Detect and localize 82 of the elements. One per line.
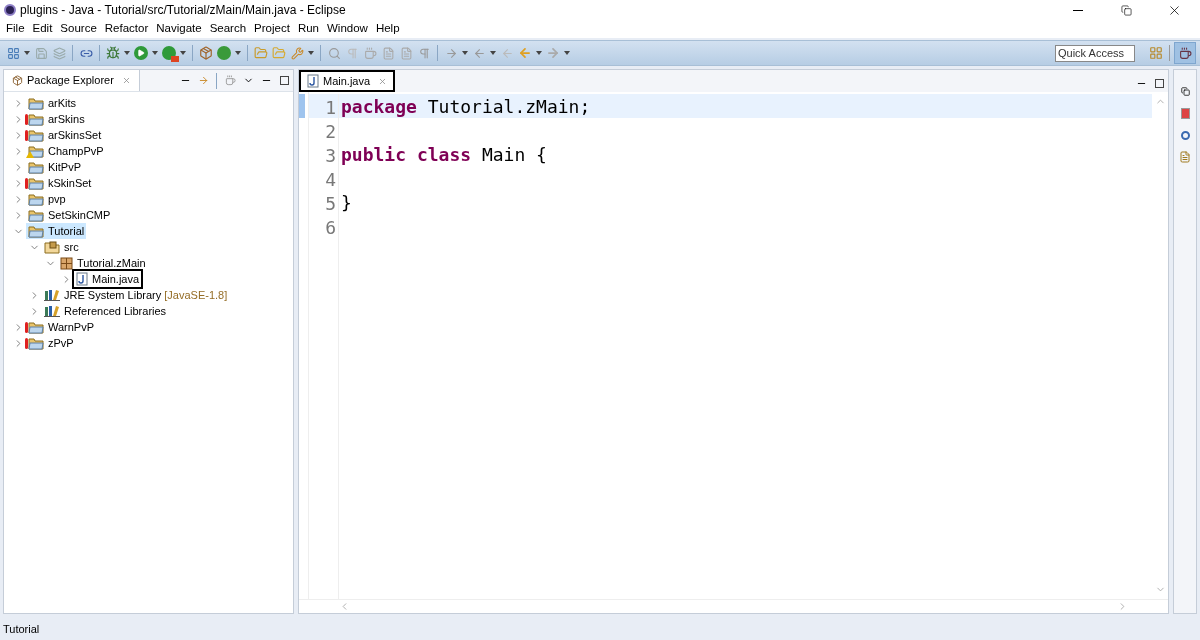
dropdown-caret-icon[interactable] xyxy=(24,51,30,55)
dropdown-caret-icon[interactable] xyxy=(124,51,130,55)
folder-icon xyxy=(28,336,44,350)
line-number: 2 xyxy=(309,118,339,142)
folder-icon xyxy=(28,160,44,174)
folder-icon xyxy=(28,96,44,110)
horizontal-scrollbar[interactable] xyxy=(299,599,1168,613)
java-perspective-button[interactable] xyxy=(1174,42,1196,64)
package-icon xyxy=(12,75,23,86)
line-number: 3 xyxy=(309,142,339,166)
tree-item[interactable]: zPvP xyxy=(26,334,76,352)
tree-item[interactable]: arSkinsSet xyxy=(26,126,104,144)
tree-item[interactable]: Tutorial.zMain xyxy=(58,254,148,272)
line-number: 5 xyxy=(309,190,339,214)
tree-item[interactable]: JRE System Library [JavaSE-1.8] xyxy=(42,286,230,304)
tree-item[interactable]: ChampPvP xyxy=(26,142,106,160)
package-icon xyxy=(60,256,73,270)
minimize-icon xyxy=(1073,9,1083,11)
view-tab[interactable]: Package Explorer xyxy=(4,70,140,91)
dropdown-caret-icon[interactable] xyxy=(152,51,158,55)
dropdown-caret-icon[interactable] xyxy=(308,51,314,55)
folder-icon xyxy=(28,112,44,126)
tree-item[interactable]: SetSkinCMP xyxy=(26,206,113,224)
folder-icon xyxy=(28,224,44,238)
run-icon[interactable] xyxy=(132,44,150,62)
line-number: 4 xyxy=(309,166,339,190)
close-icon[interactable] xyxy=(378,76,388,86)
folder-icon xyxy=(28,144,44,158)
code-line: package Tutorial.zMain; xyxy=(340,94,591,119)
close-icon[interactable] xyxy=(121,76,131,85)
folder-icon xyxy=(28,320,44,334)
run-external-icon[interactable] xyxy=(160,44,178,62)
folder-icon xyxy=(28,192,44,206)
dropdown-caret-icon[interactable] xyxy=(462,51,468,55)
menu-item[interactable]: Search xyxy=(205,20,251,38)
menu-item[interactable]: Refactor xyxy=(100,20,153,38)
debug-icon[interactable] xyxy=(104,44,122,62)
tree-item[interactable]: Referenced Libraries xyxy=(42,302,169,320)
menu-item[interactable]: Project xyxy=(250,20,294,38)
java-file-icon xyxy=(76,272,88,286)
quick-access-field[interactable]: Quick Access xyxy=(1055,44,1135,62)
menu-item[interactable]: Source xyxy=(56,20,101,38)
restore-icon xyxy=(1120,4,1132,16)
java-file-icon xyxy=(307,74,319,88)
tree-item[interactable]: kSkinSet xyxy=(26,174,94,192)
tree-item[interactable]: Tutorial xyxy=(26,222,87,240)
folder-icon xyxy=(28,128,44,142)
line-number: 6 xyxy=(309,214,339,238)
dropdown-caret-icon[interactable] xyxy=(180,51,186,55)
open-perspective-icon[interactable] xyxy=(1147,44,1165,62)
dropdown-caret-icon[interactable] xyxy=(490,51,496,55)
library-books-icon xyxy=(44,289,60,301)
tree-item[interactable]: KitPvP xyxy=(26,158,83,176)
menu-item[interactable]: File xyxy=(2,20,29,38)
code-line: } xyxy=(340,190,352,215)
menu-item[interactable]: Navigate xyxy=(152,20,206,38)
menu-item[interactable]: Window xyxy=(323,20,372,38)
cup-icon xyxy=(1178,46,1192,60)
folder-icon xyxy=(44,240,60,254)
tree-item[interactable]: Main.java xyxy=(74,270,142,288)
dropdown-caret-icon[interactable] xyxy=(235,51,241,55)
window-title: plugins - Java - Tutorial/src/Tutorial/zMain/Main.java - Eclipse xyxy=(20,2,347,19)
tree-item[interactable]: arKits xyxy=(26,94,79,112)
library-books-icon xyxy=(44,305,60,317)
dropdown-caret-icon[interactable] xyxy=(564,51,570,55)
folder-icon xyxy=(28,208,44,222)
tree-item[interactable]: pvp xyxy=(26,190,68,208)
menu-item[interactable]: Edit xyxy=(28,20,57,38)
package-icon[interactable] xyxy=(197,44,215,62)
menu-item[interactable]: Help xyxy=(371,20,404,38)
code-line: public class Main { xyxy=(340,142,547,167)
folder-icon xyxy=(28,176,44,190)
tree-item[interactable]: arSkins xyxy=(26,110,87,128)
tree-item[interactable]: src xyxy=(42,238,81,256)
editor-tab[interactable]: Main.java xyxy=(299,70,396,92)
menu-item[interactable]: Run xyxy=(293,20,323,38)
save-all-icon[interactable] xyxy=(50,44,68,62)
line-number: 1 xyxy=(309,94,339,118)
app-logo-icon xyxy=(4,4,16,16)
dropdown-caret-icon[interactable] xyxy=(536,51,542,55)
tree-item[interactable]: WarnPvP xyxy=(26,318,97,336)
status-text: Tutorial xyxy=(3,621,40,637)
